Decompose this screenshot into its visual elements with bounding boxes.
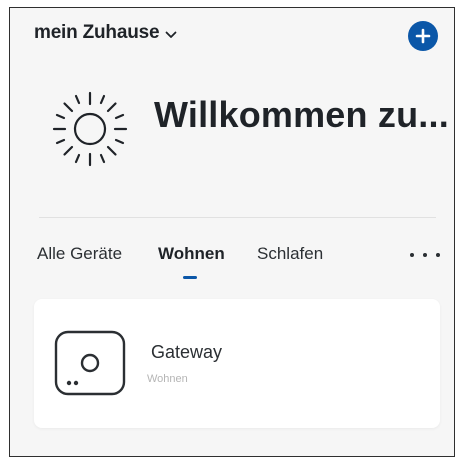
tab-wohnen[interactable]: Wohnen	[158, 244, 225, 264]
device-room: Wohnen	[147, 373, 188, 385]
gateway-icon	[54, 330, 126, 396]
tab-schlafen[interactable]: Schlafen	[257, 244, 323, 264]
sun-icon	[52, 91, 128, 167]
home-title: mein Zuhause	[34, 22, 160, 43]
welcome-title: Willkommen zu...	[154, 94, 449, 135]
add-button[interactable]	[408, 21, 438, 51]
more-dot	[410, 253, 414, 257]
home-selector[interactable]: mein Zuhause	[34, 22, 177, 44]
plus-icon	[415, 28, 431, 44]
device-card-gateway[interactable]: Gateway Wohnen	[34, 299, 440, 428]
more-dot	[436, 253, 440, 257]
more-horizontal-icon[interactable]	[410, 244, 440, 266]
room-tabs: Alle Geräte Wohnen Schlafen	[10, 244, 454, 284]
device-name: Gateway	[151, 342, 223, 362]
app-screen: mein Zuhause Willkommen zu... Alle Gerät…	[9, 7, 455, 457]
more-dot	[423, 253, 427, 257]
chevron-down-icon	[165, 31, 177, 38]
divider	[39, 217, 436, 218]
tab-alle-geraete[interactable]: Alle Geräte	[37, 244, 122, 264]
active-tab-indicator	[183, 276, 197, 279]
